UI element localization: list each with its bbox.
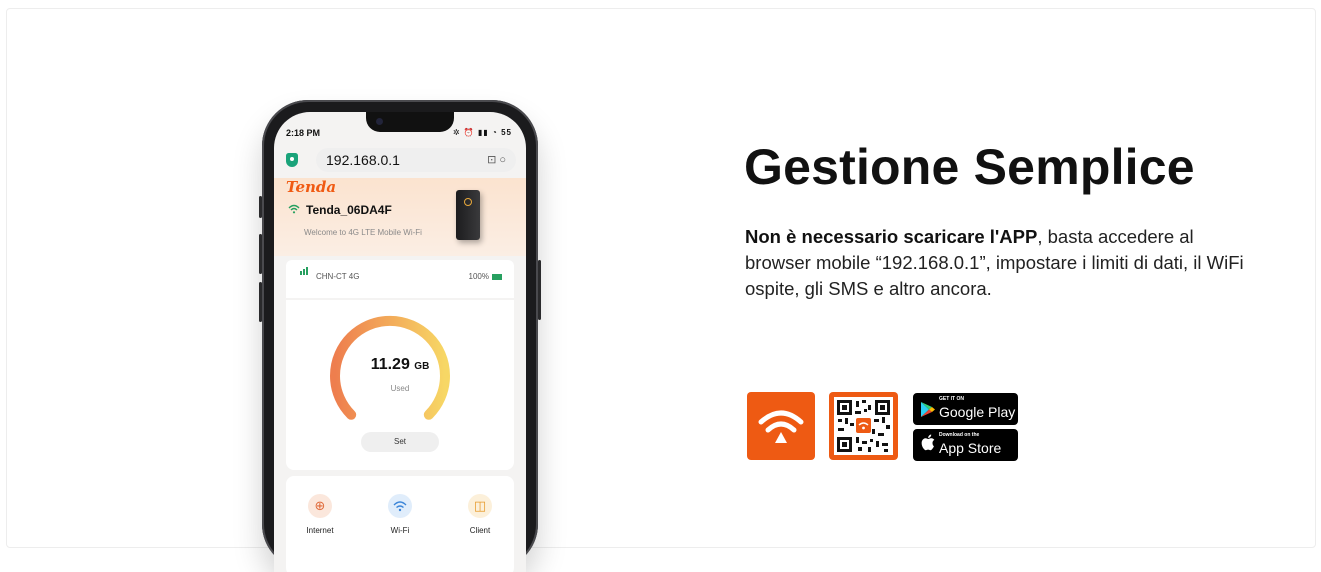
phone-notch (366, 112, 454, 132)
phone-power-button (538, 260, 541, 320)
status-icons: ✲ ⏰ ▮▮ ◔ 55 (452, 128, 512, 137)
usage-value: 11.29 GB (286, 356, 514, 374)
battery-indicator: 100% (469, 272, 502, 281)
devices-icon: ◫ (468, 494, 492, 518)
battery-icon (492, 273, 502, 280)
wifi-icon (388, 494, 412, 518)
description: Non è necessario scaricare l'APP, basta … (745, 224, 1245, 302)
url-field[interactable]: 192.168.0.1 ⊡ ○ (316, 148, 516, 172)
data-usage-card: 11.29 GB Used Set (286, 300, 514, 470)
browser-url-bar: 192.168.0.1 ⊡ ○ (284, 148, 516, 172)
tenda-logo: Tenda (286, 178, 337, 196)
google-play-label: Google Play (939, 404, 1016, 420)
bookmark-refresh-icons[interactable]: ⊡ ○ (487, 153, 506, 166)
menu-item-client[interactable]: ◫ Client (450, 494, 510, 535)
router-indicator (464, 198, 472, 206)
usage-unit: GB (414, 361, 430, 372)
battery-label: 100% (468, 272, 489, 281)
usage-number: 11.29 (370, 356, 410, 373)
qr-code-image (834, 397, 893, 455)
usage-label: Used (390, 384, 410, 393)
qr-code[interactable] (829, 392, 898, 460)
menu-label-wifi: Wi-Fi (390, 526, 410, 535)
signal-card: CHN-CT 4G 100% (286, 260, 514, 298)
camera-icon (376, 118, 383, 125)
shield-icon (286, 153, 298, 167)
wifi-icon (288, 204, 300, 217)
description-bold: Non è necessario scaricare l'APP (745, 226, 1038, 247)
app-store-label: App Store (939, 440, 1002, 456)
phone-silent-switch (259, 196, 262, 218)
url-text: 192.168.0.1 (326, 152, 400, 168)
welcome-text: Welcome to 4G LTE Mobile Wi-Fi (304, 228, 422, 237)
apple-icon (921, 434, 935, 456)
menu-label-internet: Internet (306, 526, 334, 535)
status-time: 2:18 PM (286, 128, 321, 138)
carrier-label: CHN-CT 4G (316, 272, 360, 281)
phone-screen: 2:18 PM ✲ ⏰ ▮▮ ◔ 55 192.168.0.1 ⊡ ○ Tend… (274, 112, 526, 572)
menu-item-wifi[interactable]: Wi-Fi (370, 494, 430, 535)
phone-volume-down-button (259, 282, 262, 322)
google-play-badge[interactable]: GET IT ON Google Play (913, 393, 1018, 425)
tenda-app-icon[interactable] (747, 392, 815, 460)
set-button[interactable]: Set (361, 432, 439, 452)
ssid-label: Tenda_06DA4F (306, 203, 392, 217)
phone-volume-up-button (259, 234, 262, 274)
app-store-small-text: Download on the (939, 432, 980, 438)
usage-gauge (330, 315, 450, 420)
menu-label-client: Client (469, 526, 491, 535)
router-image (456, 190, 480, 240)
google-play-small-text: GET IT ON (939, 396, 964, 402)
welcome-banner: Tenda Tenda_06DA4F Welcome to 4G LTE Mob… (274, 178, 526, 256)
app-store-badge[interactable]: Download on the App Store (913, 429, 1018, 461)
page-title: Gestione Semplice (744, 139, 1195, 195)
menu-item-internet[interactable]: ⊕ Internet (290, 494, 350, 535)
globe-icon: ⊕ (308, 494, 332, 518)
google-play-icon (920, 401, 936, 423)
menu-card: ⊕ Internet Wi-Fi ◫ Client (286, 476, 514, 572)
phone-mockup: 2:18 PM ✲ ⏰ ▮▮ ◔ 55 192.168.0.1 ⊡ ○ Tend… (259, 100, 541, 572)
